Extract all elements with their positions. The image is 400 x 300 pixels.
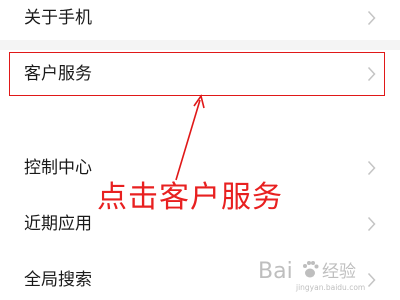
settings-item-label: 控制中心 [24,158,92,178]
baidu-jingyan-watermark: Bai 经验 jingyan.baidu.com [258,259,365,292]
settings-item-label: 全局搜索 [24,270,92,290]
chevron-right-icon [367,10,376,26]
settings-item-about-phone[interactable]: 关于手机 [0,0,400,36]
watermark-brand: Bai [258,259,293,284]
settings-item-label: 近期应用 [24,214,92,234]
chevron-right-icon [367,216,376,232]
highlight-box [9,52,385,96]
paw-icon [303,261,319,278]
annotation-text: 点击客户服务 [97,180,283,215]
settings-screen: 关于手机 客户服务 控制中心 近期应用 全局搜索 点击客户服务 Bai 经验 j… [0,0,400,300]
settings-item-label: 关于手机 [24,8,92,28]
section-divider [0,40,400,50]
watermark-url: jingyan.baidu.com [295,283,365,292]
chevron-right-icon [367,160,376,176]
watermark-suffix: 经验 [322,262,356,282]
